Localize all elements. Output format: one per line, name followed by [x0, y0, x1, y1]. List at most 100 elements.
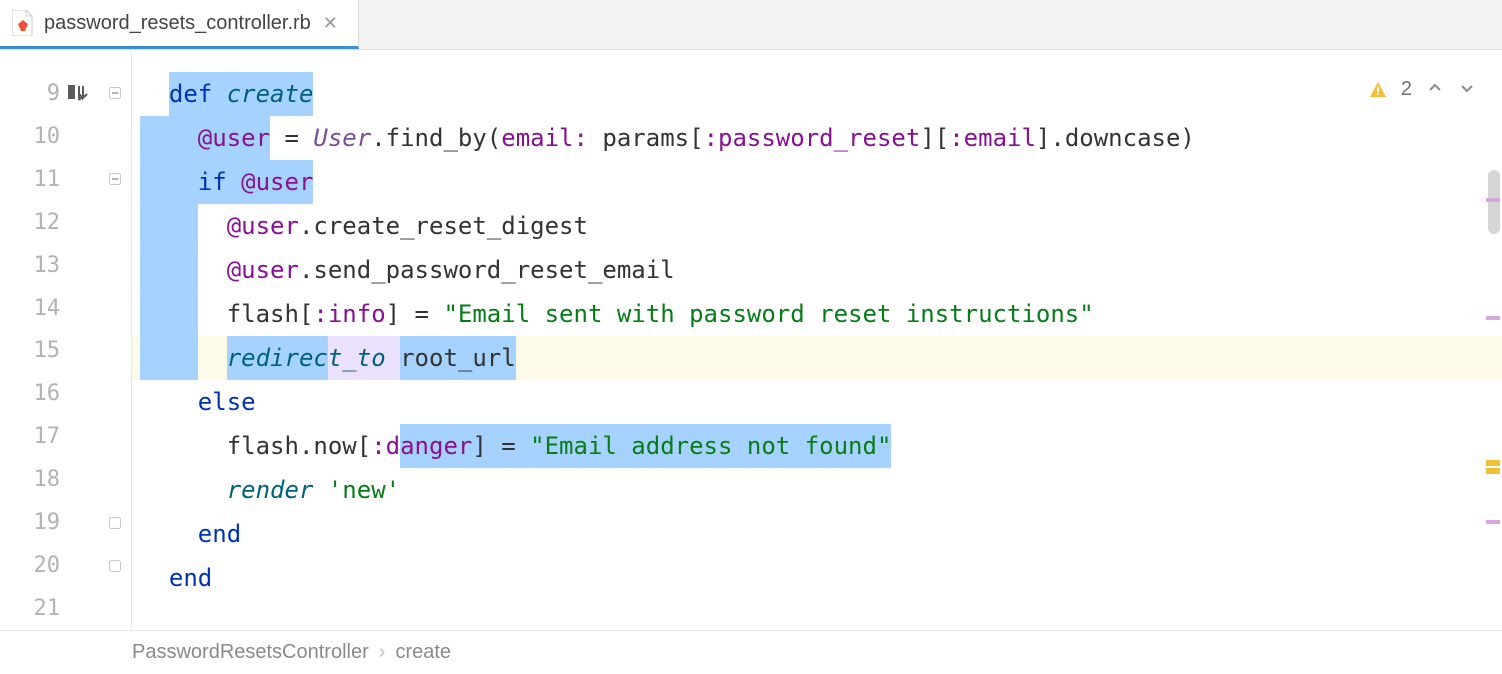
tab-bar: password_resets_controller.rb ✕ [0, 0, 1502, 50]
code-line[interactable]: redirect_to root_url [132, 336, 1502, 380]
code-line[interactable]: end [132, 512, 1502, 556]
editor: 2 91011 12 13 14 15 16 17 18 19 20 21 def create @… [0, 50, 1502, 630]
code-token: "Email sent with password reset instruct… [443, 292, 1093, 336]
fold-marker[interactable] [98, 115, 131, 158]
file-tab[interactable]: password_resets_controller.rb ✕ [0, 0, 359, 49]
code-token: end [169, 556, 212, 600]
problems-indicator[interactable]: 2 [1369, 76, 1476, 103]
code-token: @user [241, 160, 313, 204]
code-token: .create_reset_digest [299, 204, 588, 248]
code-token: def [169, 72, 227, 116]
ruby-file-icon [12, 10, 34, 36]
code-token: flash[ [227, 292, 314, 336]
gutter-row[interactable]: 11 [0, 158, 98, 201]
code-token: 'new' [328, 468, 400, 512]
gutter-row[interactable]: 15 [0, 330, 98, 373]
line-number: 14 [20, 296, 60, 321]
chevron-up-icon[interactable] [1426, 76, 1444, 103]
line-number: 13 [20, 253, 60, 278]
code-token: @user [198, 116, 270, 160]
code-token: root_url [400, 336, 516, 380]
code-token: params[ [602, 116, 703, 160]
fold-marker[interactable] [98, 287, 131, 330]
chevron-right-icon: › [379, 641, 386, 664]
gutter-row[interactable]: 13 [0, 244, 98, 287]
code-token: .send_password_reset_email [299, 248, 675, 292]
code-line[interactable]: if @user [132, 160, 1502, 204]
fold-marker[interactable] [98, 458, 131, 501]
gutter-row[interactable]: 18 [0, 458, 98, 501]
minimap-mark[interactable] [1486, 316, 1500, 320]
code-line[interactable]: else [132, 380, 1502, 424]
code-token: ][ [920, 116, 949, 160]
fold-marker[interactable] [98, 415, 131, 458]
code-token: = [270, 116, 313, 160]
minimap-mark[interactable] [1486, 468, 1500, 474]
line-number: 21 [20, 596, 60, 621]
fold-marker[interactable] [98, 158, 131, 201]
code-token: @user [227, 204, 299, 248]
breadcrumb-method[interactable]: create [395, 641, 451, 664]
close-icon[interactable]: ✕ [321, 13, 340, 34]
code-token: :password_reset [704, 116, 921, 160]
code-token: else [198, 380, 256, 424]
fold-marker[interactable] [98, 501, 131, 544]
warning-count: 2 [1401, 78, 1412, 101]
line-number: 19 [20, 510, 60, 535]
code-line[interactable]: @user = User.find_by(email: params[:pass… [132, 116, 1502, 160]
file-tab-label: password_resets_controller.rb [44, 12, 311, 35]
code-token: :d [371, 424, 400, 468]
minimap-mark[interactable] [1486, 198, 1500, 202]
fold-marker[interactable] [98, 72, 131, 115]
minimap[interactable] [1482, 50, 1502, 630]
code-token [386, 336, 400, 380]
fold-marker[interactable] [98, 244, 131, 287]
code-line[interactable]: @user.create_reset_digest [132, 204, 1502, 248]
code-token: if [198, 160, 241, 204]
code-token: end [198, 512, 241, 556]
gutter-row[interactable]: 20 [0, 544, 98, 587]
minimap-mark[interactable] [1486, 460, 1500, 466]
line-number: 12 [20, 210, 60, 235]
code-token: :info [313, 292, 385, 336]
gutter-row[interactable]: 19 [0, 501, 98, 544]
code-line[interactable]: flash[:info] = "Email sent with password… [132, 292, 1502, 336]
line-number: 16 [20, 381, 60, 406]
breadcrumb-class[interactable]: PasswordResetsController [132, 641, 369, 664]
gutter-row[interactable]: 10 [0, 115, 98, 158]
method-marker-icon[interactable] [66, 82, 88, 104]
gutter-row[interactable]: 14 [0, 287, 98, 330]
gutter-row[interactable]: 16 [0, 372, 98, 415]
code-token: ].downcase) [1036, 116, 1195, 160]
gutter-row[interactable]: 12 [0, 201, 98, 244]
line-number: 17 [20, 424, 60, 449]
code-token: render [227, 468, 328, 512]
code-line[interactable] [132, 600, 1502, 644]
code-line[interactable]: end [132, 556, 1502, 600]
code-line[interactable]: flash.now[:danger] = "Email address not … [132, 424, 1502, 468]
line-number: 18 [20, 467, 60, 492]
code-token: :email [949, 116, 1036, 160]
fold-column [98, 50, 132, 630]
fold-marker[interactable] [98, 587, 131, 630]
code-token: "Email address not found" [530, 424, 891, 468]
code-token: ] = [386, 292, 444, 336]
code-area[interactable]: def create @user = User.find_by(email: p… [132, 50, 1502, 630]
fold-marker[interactable] [98, 544, 131, 587]
code-line[interactable]: @user.send_password_reset_email [132, 248, 1502, 292]
code-token: User [313, 116, 371, 160]
warning-icon [1369, 81, 1387, 99]
chevron-down-icon[interactable] [1458, 76, 1476, 103]
gutter-row[interactable]: 9 [0, 72, 98, 115]
fold-marker[interactable] [98, 201, 131, 244]
scrollbar-thumb[interactable] [1488, 170, 1500, 234]
code-line[interactable]: render 'new' [132, 468, 1502, 512]
code-line[interactable]: def create [132, 72, 1502, 116]
code-token: .find_by( [371, 116, 501, 160]
fold-marker[interactable] [98, 330, 131, 373]
code-token: @user [227, 248, 299, 292]
minimap-mark[interactable] [1486, 520, 1500, 524]
gutter-row[interactable]: 17 [0, 415, 98, 458]
fold-marker[interactable] [98, 372, 131, 415]
gutter-row[interactable]: 21 [0, 587, 98, 630]
